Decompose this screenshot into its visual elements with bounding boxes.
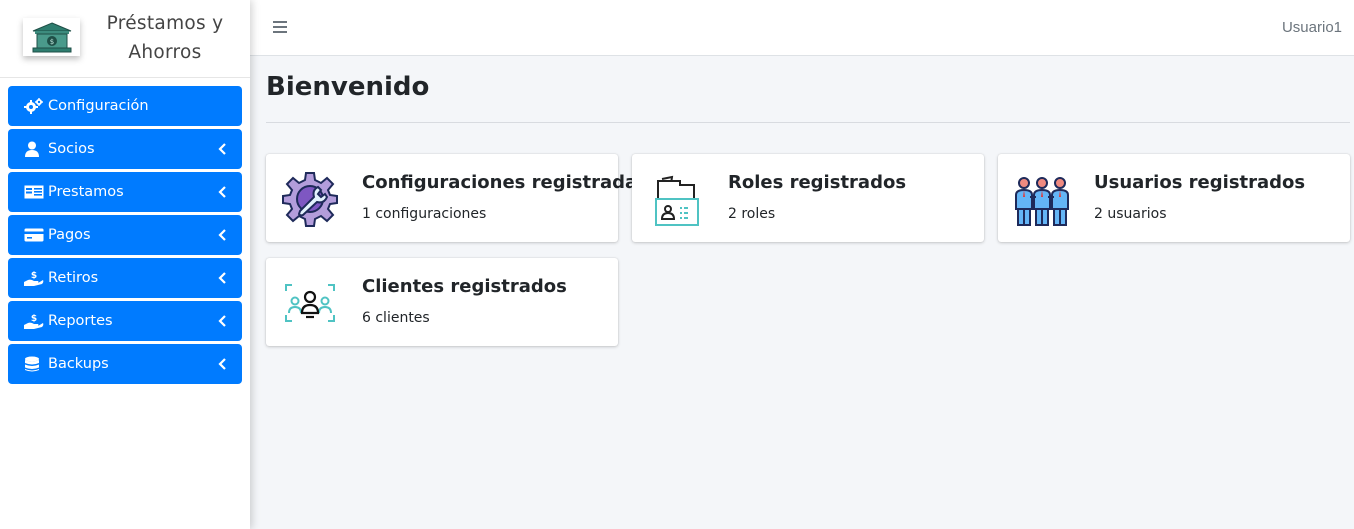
sidebar-item-label: Pagos (48, 227, 91, 243)
folder-badge-icon (655, 175, 699, 226)
sidebar-item-label: Backups (48, 356, 109, 372)
divider (266, 122, 1350, 123)
sidebar-item-label: Socios (48, 141, 95, 157)
gears-icon (24, 97, 46, 115)
clients-icon (285, 284, 335, 322)
main-content: Bienvenido Configuraciones registradas 1… (250, 56, 1354, 529)
chevron-left-icon (218, 229, 226, 241)
sidebar-item-label: Retiros (48, 270, 99, 286)
sidebar-item-configuracion[interactable]: Configuración (8, 86, 242, 126)
sidebar-item-socios[interactable]: Socios (8, 129, 242, 169)
chevron-left-icon (218, 186, 226, 198)
sidebar-item-label: Reportes (48, 313, 113, 329)
user-menu[interactable]: Usuario1 (1282, 19, 1342, 36)
brand-line2: Ahorros (128, 42, 202, 63)
card-configuraciones[interactable]: Configuraciones registradas 1 configurac… (266, 154, 648, 242)
card-count: 1 configuraciones (362, 206, 487, 222)
card-title: Roles registrados (728, 172, 907, 193)
sidebar-item-label: Configuración (48, 98, 149, 114)
chevron-left-icon (218, 315, 226, 327)
hand-holding-dollar-icon: $ (24, 269, 46, 287)
svg-text:$: $ (31, 314, 37, 324)
sidebar-nav: Configuración Socios Prestamos Pagos $ R… (0, 78, 250, 384)
card-count: 6 clientes (362, 310, 430, 326)
card-count: 2 roles (728, 206, 776, 222)
sidebar: $ Préstamos y Ahorros Configuración Soci… (0, 0, 250, 529)
card-title: Usuarios registrados (1094, 172, 1306, 193)
sidebar-item-backups[interactable]: Backups (8, 344, 242, 384)
card-clientes[interactable]: Clientes registrados 6 clientes (266, 258, 618, 346)
gear-wrench-icon (282, 172, 338, 227)
chevron-left-icon (218, 143, 226, 155)
user-icon (24, 140, 46, 158)
chevron-left-icon (218, 272, 226, 284)
chevron-left-icon (218, 358, 226, 370)
card-roles[interactable]: Roles registrados 2 roles (632, 154, 984, 242)
card-title: Clientes registrados (362, 276, 567, 297)
bank-icon: $ (23, 18, 80, 56)
card-usuarios[interactable]: Usuarios registrados 2 usuarios (998, 154, 1350, 242)
card-count: 2 usuarios (1094, 206, 1167, 222)
brand[interactable]: $ Préstamos y Ahorros (0, 0, 250, 78)
sidebar-item-pagos[interactable]: Pagos (8, 215, 242, 255)
hand-holding-dollar-icon: $ (24, 312, 46, 330)
svg-text:$: $ (31, 271, 37, 281)
sidebar-item-prestamos[interactable]: Prestamos (8, 172, 242, 212)
hamburger-icon[interactable] (272, 19, 290, 35)
top-navbar: Usuario1 (250, 0, 1354, 56)
sidebar-item-reportes[interactable]: $ Reportes (8, 301, 242, 341)
page-title: Bienvenido (266, 72, 430, 102)
sidebar-item-retiros[interactable]: $ Retiros (8, 258, 242, 298)
team-icon (1015, 177, 1069, 226)
brand-title: Préstamos y Ahorros (100, 9, 230, 67)
id-card-icon (24, 183, 46, 201)
sidebar-item-label: Prestamos (48, 184, 124, 200)
card-title: Configuraciones registradas (362, 172, 648, 193)
svg-text:$: $ (49, 38, 53, 46)
database-icon (24, 355, 46, 373)
credit-card-icon (24, 226, 46, 244)
brand-line1: Préstamos y (106, 13, 224, 34)
